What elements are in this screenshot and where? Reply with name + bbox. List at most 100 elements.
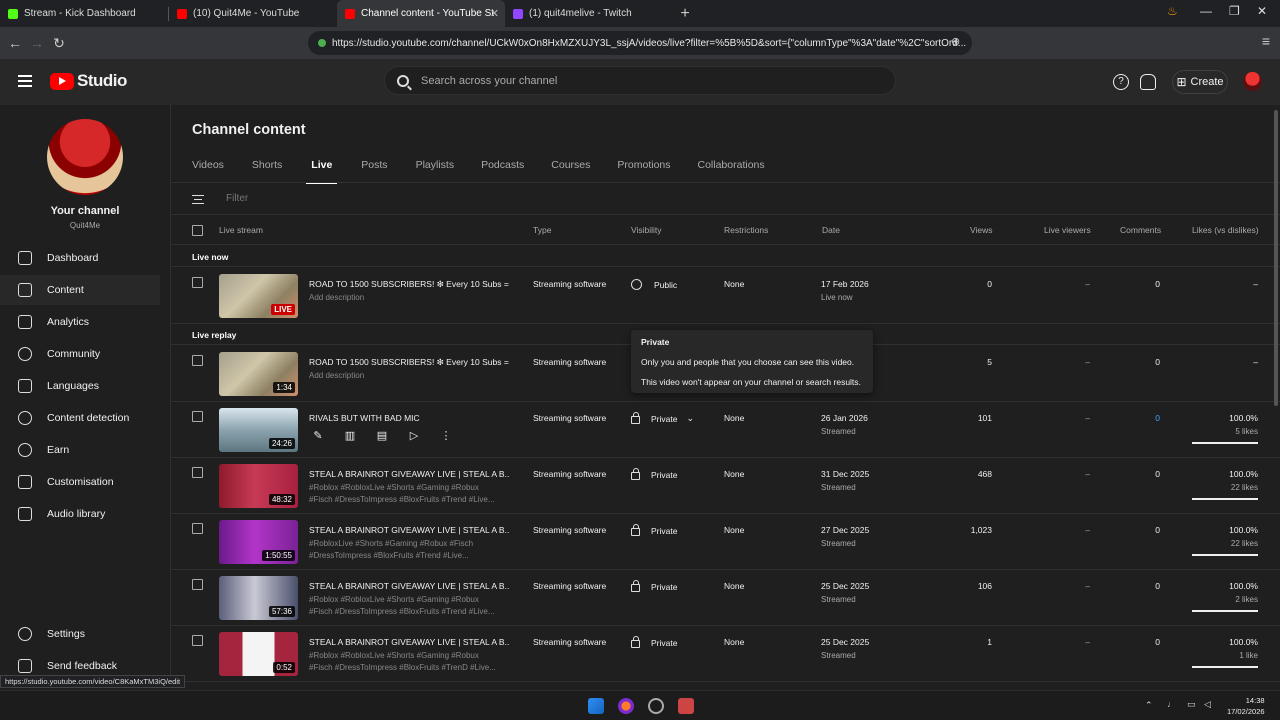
visibility-dropdown[interactable]: Private <box>631 580 677 592</box>
help-icon[interactable]: ? <box>1113 74 1129 90</box>
close-window-icon[interactable]: ✕ <box>1257 4 1267 18</box>
edit-pencil-icon[interactable]: ✎ <box>310 430 326 442</box>
youtube-play-icon[interactable]: ▷ <box>406 430 422 442</box>
obs-taskbar-icon[interactable] <box>648 698 664 714</box>
tab-shorts[interactable]: Shorts <box>252 159 282 183</box>
sidebar-item-content[interactable]: Content <box>0 275 160 305</box>
table-row[interactable]: 57:36 STEAL A BRAINROT GIVEAWAY LIVE | S… <box>171 570 1280 626</box>
browser-tab-kick[interactable]: Stream - Kick Dashboard <box>0 0 168 27</box>
studio-logo[interactable]: Studio <box>50 71 127 91</box>
filter-icon[interactable] <box>192 195 204 204</box>
video-thumbnail[interactable]: 1:50:55 <box>219 520 298 564</box>
url-input[interactable]: https://studio.youtube.com/channel/UCkW0… <box>308 31 972 55</box>
video-thumbnail[interactable]: 57:36 <box>219 576 298 620</box>
video-thumbnail[interactable]: 24:26 <box>219 408 298 452</box>
column-type[interactable]: Type <box>533 225 551 235</box>
column-visibility[interactable]: Visibility <box>631 225 662 235</box>
row-checkbox[interactable] <box>192 355 203 366</box>
network-icon[interactable]: ▭ <box>1187 699 1196 710</box>
system-clock[interactable]: 14:38 17/02/2026 <box>1227 695 1265 717</box>
search-input[interactable]: Search across your channel <box>384 66 896 95</box>
tray-chevron-up-icon[interactable]: ⌃ <box>1145 700 1153 711</box>
table-row[interactable]: 24:26 RIVALS BUT WITH BAD MIC ✎ ▥ ▤ ▷ ⋮ … <box>171 402 1280 458</box>
comments-value[interactable]: 0 <box>1155 413 1160 423</box>
video-title[interactable]: STEAL A BRAINROT GIVEAWAY LIVE | STEAL A… <box>309 525 509 535</box>
column-restrictions[interactable]: Restrictions <box>724 225 768 235</box>
sidebar-item-community[interactable]: Community <box>0 339 160 369</box>
back-arrow-icon[interactable]: ← <box>4 35 26 51</box>
visibility-dropdown[interactable]: Private <box>631 524 677 536</box>
column-live-stream[interactable]: Live stream <box>219 225 263 235</box>
table-row[interactable]: 1:50:55 STEAL A BRAINROT GIVEAWAY LIVE |… <box>171 514 1280 570</box>
video-title[interactable]: STEAL A BRAINROT GIVEAWAY LIVE | STEAL A… <box>309 581 509 591</box>
reload-icon[interactable]: ↻ <box>48 35 70 52</box>
sidebar-item-customisation[interactable]: Customisation <box>0 467 160 497</box>
sidebar-item-audio-library[interactable]: Audio library <box>0 499 160 529</box>
visibility-dropdown[interactable]: Private <box>631 636 677 648</box>
browser-menu-icon[interactable]: ≡ <box>1262 33 1270 49</box>
table-row[interactable]: LIVE ROAD TO 1500 SUBSCRIBERS! ❇ Every 1… <box>171 268 1280 324</box>
row-checkbox[interactable] <box>192 467 203 478</box>
video-thumbnail[interactable]: LIVE <box>219 274 298 318</box>
channel-avatar[interactable] <box>47 119 123 195</box>
browser-tab-twitch[interactable]: (1) quit4melive - Twitch <box>505 0 673 27</box>
video-thumbnail[interactable]: 1:34 <box>219 352 298 396</box>
tab-videos[interactable]: Videos <box>192 159 224 183</box>
sidebar-item-settings[interactable]: Settings <box>0 619 160 649</box>
tab-live[interactable]: Live <box>306 159 338 184</box>
visibility-dropdown[interactable]: Public <box>631 279 677 290</box>
video-description[interactable]: Add description <box>309 370 504 396</box>
page-scrollbar[interactable] <box>1274 110 1278 406</box>
video-description[interactable]: #RobloxLive #Shorts #Gaming #Robux #Fisc… <box>309 538 504 564</box>
create-button[interactable]: ⊞ Create <box>1172 70 1228 94</box>
sidebar-item-dashboard[interactable]: Dashboard <box>0 243 160 273</box>
visibility-dropdown[interactable]: Private <box>631 468 677 480</box>
browser-taskbar-icon[interactable] <box>618 698 634 714</box>
table-row[interactable]: 0:52 STEAL A BRAINROT GIVEAWAY LIVE | ST… <box>171 626 1280 682</box>
tab-playlists[interactable]: Playlists <box>416 159 455 183</box>
close-tab-icon[interactable]: ✕ <box>490 7 499 20</box>
sidebar-item-content-detection[interactable]: Content detection <box>0 403 160 433</box>
video-thumbnail[interactable]: 48:32 <box>219 464 298 508</box>
video-title[interactable]: STEAL A BRAINROT GIVEAWAY LIVE | STEAL A… <box>309 469 509 479</box>
visibility-dropdown[interactable]: Private ⌄ <box>631 412 694 424</box>
row-checkbox[interactable] <box>192 579 203 590</box>
video-title[interactable]: RIVALS BUT WITH BAD MIC <box>309 413 509 423</box>
column-views[interactable]: Views <box>970 225 993 235</box>
video-description[interactable]: #Roblox #RobloxLive #Shorts #Gaming #Rob… <box>309 650 504 676</box>
browser-tab-youtube[interactable]: (10) Quit4Me - YouTube <box>169 0 337 27</box>
filter-input[interactable]: Filter <box>226 193 248 204</box>
sidebar-item-earn[interactable]: Earn <box>0 435 160 465</box>
windows-start-icon[interactable] <box>588 698 604 714</box>
tab-courses[interactable]: Courses <box>551 159 590 183</box>
column-date[interactable]: Date <box>822 225 840 235</box>
sidebar-item-languages[interactable]: Languages <box>0 371 160 401</box>
select-all-checkbox[interactable] <box>192 225 203 236</box>
video-description[interactable]: #Roblox #RobloxLive #Shorts #Gaming #Rob… <box>309 482 504 508</box>
minimize-window-icon[interactable]: — <box>1200 4 1212 18</box>
video-title[interactable]: ROAD TO 1500 SUBSCRIBERS! ❇ Every 10 Sub… <box>309 279 509 290</box>
notifications-bell-icon[interactable] <box>1140 74 1156 90</box>
tab-podcasts[interactable]: Podcasts <box>481 159 524 183</box>
column-comments[interactable]: Comments <box>1120 225 1161 235</box>
row-checkbox[interactable] <box>192 277 203 288</box>
browser-tab-studio[interactable]: Channel content - YouTube St ✕ <box>337 0 505 27</box>
forward-arrow-icon[interactable]: → <box>26 35 48 51</box>
row-checkbox[interactable] <box>192 411 203 422</box>
fire-extension-icon[interactable]: ♨ <box>1167 4 1178 18</box>
column-likes[interactable]: Likes (vs dislikes) <box>1192 225 1259 235</box>
tab-posts[interactable]: Posts <box>361 159 387 183</box>
share-page-icon[interactable]: ⊕ <box>951 35 960 48</box>
volume-icon[interactable]: ◁ <box>1204 699 1211 710</box>
tab-promotions[interactable]: Promotions <box>617 159 670 183</box>
hamburger-menu-icon[interactable] <box>18 75 32 87</box>
microphone-icon[interactable]: ♩ <box>1167 699 1176 709</box>
tab-collaborations[interactable]: Collaborations <box>698 159 765 183</box>
video-title[interactable]: ROAD TO 1500 SUBSCRIBERS! ❇ Every 10 Sub… <box>309 357 509 368</box>
row-checkbox[interactable] <box>192 523 203 534</box>
column-live-viewers[interactable]: Live viewers <box>1044 225 1091 235</box>
video-description[interactable]: #Roblox #RobloxLive #Shorts #Gaming #Rob… <box>309 594 504 620</box>
video-title[interactable]: STEAL A BRAINROT GIVEAWAY LIVE | STEAL A… <box>309 637 509 647</box>
video-description[interactable]: Add description <box>309 292 504 318</box>
row-checkbox[interactable] <box>192 635 203 646</box>
